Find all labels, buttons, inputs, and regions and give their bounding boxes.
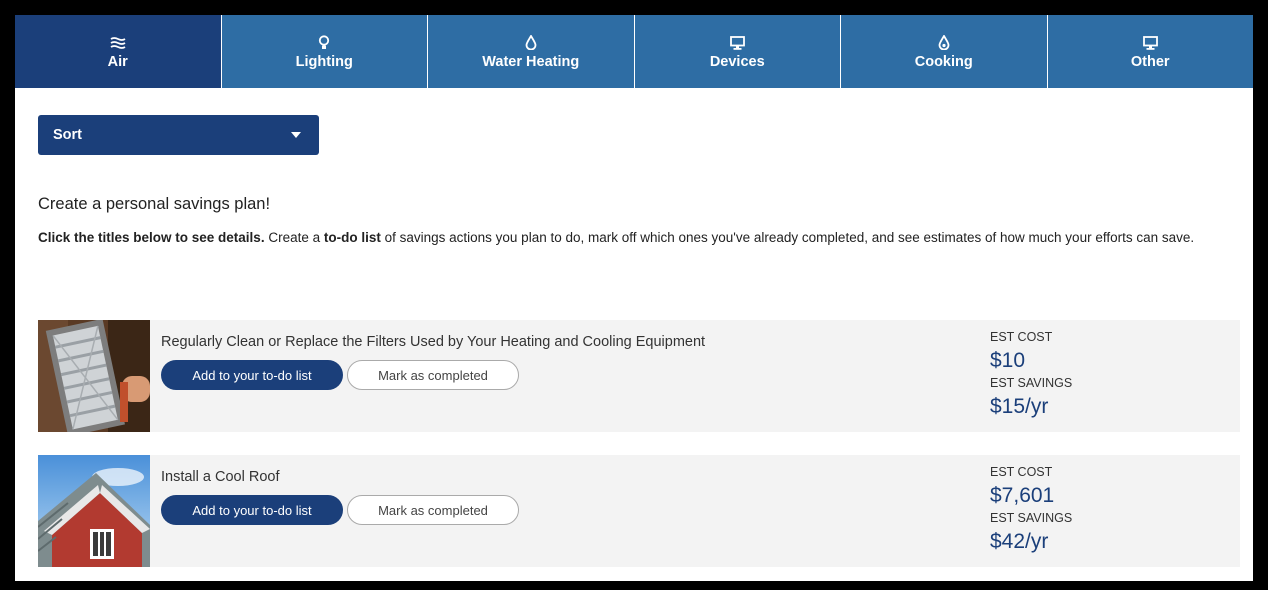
intro-lead: Click the titles below to see details. bbox=[38, 230, 265, 245]
tab-water-heating[interactable]: Water Heating bbox=[427, 15, 634, 88]
tab-devices[interactable]: Devices bbox=[633, 15, 840, 88]
est-cost-value: $10 bbox=[990, 349, 1026, 372]
add-to-todo-button[interactable]: Add to your to-do list bbox=[161, 495, 343, 525]
tab-label: Devices bbox=[709, 53, 765, 70]
monitor-icon bbox=[729, 34, 745, 52]
intro-text-part: Create a bbox=[264, 230, 324, 245]
action-card: Install a Cool Roof Add to your to-do li… bbox=[38, 455, 1240, 567]
intro-text: Click the titles below to see details. C… bbox=[38, 226, 1238, 249]
lightbulb-icon bbox=[318, 34, 330, 52]
add-to-todo-button[interactable]: Add to your to-do list bbox=[161, 360, 343, 390]
tab-label: Air bbox=[107, 53, 128, 70]
action-title-link[interactable]: Regularly Clean or Replace the Filters U… bbox=[161, 334, 705, 350]
est-savings-label: EST SAVINGS bbox=[990, 376, 1073, 390]
caret-down-icon bbox=[291, 132, 301, 138]
tab-label: Water Heating bbox=[482, 53, 580, 70]
sort-dropdown[interactable]: Sort bbox=[38, 115, 319, 155]
est-cost-label: EST COST bbox=[990, 465, 1053, 479]
flame-icon bbox=[938, 34, 950, 52]
category-tabs: Air Lighting Water Heating Devices Cooki… bbox=[15, 15, 1253, 88]
est-savings-value: $15/yr bbox=[990, 395, 1049, 418]
sort-label: Sort bbox=[53, 127, 82, 143]
est-cost-label: EST COST bbox=[990, 330, 1053, 344]
air-icon bbox=[110, 34, 126, 52]
cost-summary: EST COST $7,601 EST SAVINGS $42/yr bbox=[990, 465, 1072, 557]
tab-label: Other bbox=[1130, 53, 1170, 70]
intro-title: Create a personal savings plan! bbox=[38, 195, 271, 213]
est-cost-value: $7,601 bbox=[990, 484, 1055, 507]
tab-lighting[interactable]: Lighting bbox=[220, 15, 427, 88]
tab-other[interactable]: Other bbox=[1046, 15, 1253, 88]
action-card: Regularly Clean or Replace the Filters U… bbox=[38, 320, 1240, 432]
mark-completed-button[interactable]: Mark as completed bbox=[347, 495, 519, 525]
action-title-link[interactable]: Install a Cool Roof bbox=[161, 469, 279, 485]
tab-cooking[interactable]: Cooking bbox=[840, 15, 1047, 88]
intro-todo-emphasis: to-do list bbox=[323, 230, 381, 245]
tab-air[interactable]: Air bbox=[15, 15, 221, 88]
tab-label: Cooking bbox=[914, 53, 973, 70]
air-filter-photo[interactable] bbox=[38, 320, 150, 432]
est-savings-label: EST SAVINGS bbox=[990, 511, 1073, 525]
tab-label: Lighting bbox=[295, 53, 353, 70]
water-drop-icon bbox=[525, 34, 537, 52]
monitor-icon bbox=[1142, 34, 1158, 52]
cool-roof-photo[interactable] bbox=[38, 455, 150, 567]
intro-text-part: of savings actions you plan to do, mark … bbox=[380, 230, 1195, 245]
est-savings-value: $42/yr bbox=[990, 530, 1049, 553]
cost-summary: EST COST $10 EST SAVINGS $15/yr bbox=[990, 330, 1072, 422]
mark-completed-button[interactable]: Mark as completed bbox=[347, 360, 519, 390]
savings-plan-panel: Air Lighting Water Heating Devices Cooki… bbox=[15, 15, 1253, 581]
